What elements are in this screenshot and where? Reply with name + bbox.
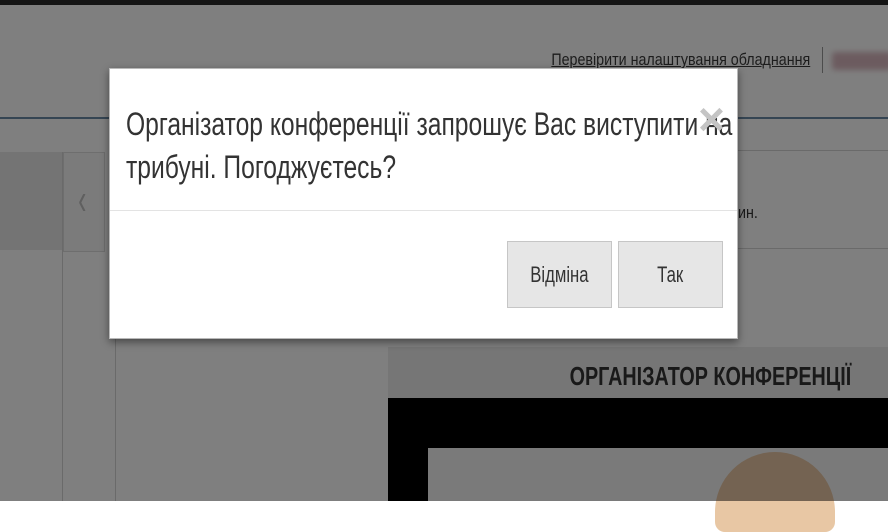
cancel-button[interactable]: Відміна [507, 241, 612, 308]
dialog-message: Організатор конференції запрошує Вас вис… [126, 103, 733, 189]
close-icon[interactable]: × [698, 96, 725, 142]
invitation-dialog: Організатор конференції запрошує Вас вис… [109, 68, 738, 339]
dialog-message-line: трибуні. Погоджуєтесь? [126, 149, 397, 185]
accept-button-label: Так [657, 262, 684, 287]
cancel-button-label: Відміна [530, 262, 589, 287]
dialog-message-line: Організатор конференції запрошує Вас вис… [126, 106, 733, 142]
accept-button[interactable]: Так [618, 241, 723, 308]
dialog-divider [110, 210, 737, 211]
